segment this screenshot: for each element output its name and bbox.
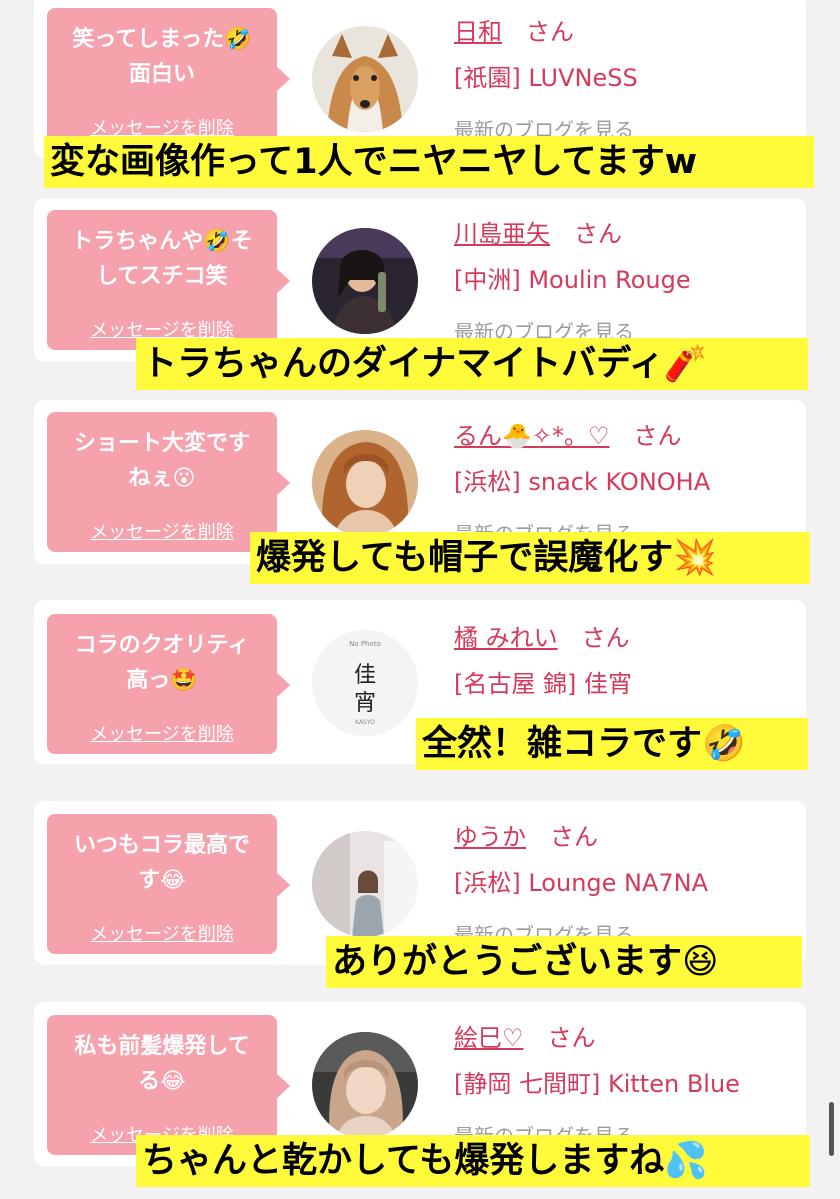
- sender-name[interactable]: るん🐣✧*。♡: [454, 422, 610, 450]
- sender-name-row: 絵巳♡ さん: [454, 1018, 596, 1053]
- caption-overlay: ありがとうございます😆: [326, 936, 802, 988]
- sender-name-row: 川島亜矢 さん: [454, 214, 622, 249]
- sender-name-row: 日和 さん: [454, 12, 574, 47]
- comment-bubble: 私も前髪爆発して る😂 メッセージを削除: [47, 1015, 290, 1155]
- caption-overlay: ちゃんと乾かしても爆発しますね💦: [136, 1135, 810, 1187]
- comment-bubble: 笑ってしまった🤣 面白い メッセージを削除: [47, 8, 290, 148]
- honorific: さん: [550, 823, 598, 851]
- sender-name-row: 橘 みれい さん: [454, 618, 630, 653]
- sender-name[interactable]: 橘 みれい: [454, 624, 558, 652]
- scrollbar[interactable]: [829, 1102, 834, 1156]
- svg-text:佳: 佳: [354, 663, 376, 688]
- comment-text: 笑ってしまった🤣 面白い: [72, 27, 252, 87]
- shop-info: [浜松] snack KONOHA: [454, 468, 711, 496]
- honorific: さん: [574, 220, 622, 248]
- comment-text: ショート大変です ねぇ😮: [73, 431, 250, 491]
- sender-name[interactable]: 日和: [454, 18, 502, 46]
- caption-overlay: 爆発しても帽子で誤魔化す💥: [250, 532, 810, 584]
- svg-text:No Photo: No Photo: [349, 640, 381, 648]
- comment-text: 私も前髪爆発して る😂: [74, 1034, 250, 1094]
- caption-overlay: 変な画像作って1人でニヤニヤしてますw: [44, 136, 814, 188]
- comment-text: いつもコラ最高で す😂: [73, 833, 250, 893]
- honorific: さん: [633, 422, 682, 450]
- comment-bubble: ショート大変です ねぇ😮 メッセージを削除: [47, 412, 290, 552]
- sender-name[interactable]: ゆうか: [454, 823, 526, 851]
- delete-message-link[interactable]: メッセージを削除: [47, 720, 277, 746]
- sender-name[interactable]: 川島亜矢: [454, 220, 550, 248]
- shop-info: [名古屋 錦] 佳宵: [454, 670, 632, 698]
- honorific: さん: [547, 1024, 596, 1052]
- delete-message-link[interactable]: メッセージを削除: [47, 920, 277, 946]
- avatar[interactable]: [312, 26, 418, 132]
- message-card: 笑ってしまった🤣 面白い メッセージを削除 日和 さん [祇園] LUVNeSS …: [34, 0, 806, 158]
- svg-text:KASYO: KASYO: [355, 719, 375, 726]
- sender-name-row: るん🐣✧*。♡ さん: [454, 416, 682, 451]
- comment-bubble: いつもコラ最高で す😂 メッセージを削除: [47, 814, 290, 954]
- avatar[interactable]: [312, 430, 418, 536]
- sender-name-row: ゆうか さん: [454, 817, 598, 852]
- sender-name[interactable]: 絵巳♡: [454, 1024, 524, 1052]
- comment-bubble: トラちゃんや🤣そ してスチコ笑 メッセージを削除: [47, 210, 290, 350]
- shop-info: [静岡 七間町] Kitten Blue: [454, 1070, 740, 1098]
- avatar-no-photo[interactable]: No Photo 佳 宵 KASYO: [312, 630, 418, 736]
- avatar[interactable]: [312, 831, 418, 937]
- no-photo-logo-icon: No Photo 佳 宵 KASYO: [312, 630, 418, 736]
- honorific: さん: [581, 624, 630, 652]
- shop-info: [祇園] LUVNeSS: [454, 64, 638, 92]
- caption-overlay: トラちゃんのダイナマイトバディ🧨: [136, 338, 808, 390]
- caption-overlay: 全然！雑コラです🤣: [416, 718, 808, 770]
- comment-bubble: コラのクオリティ 高っ🤩 メッセージを削除: [47, 614, 290, 754]
- comment-text: コラのクオリティ 高っ🤩: [74, 633, 250, 693]
- honorific: さん: [526, 18, 574, 46]
- delete-message-link[interactable]: メッセージを削除: [47, 518, 277, 544]
- avatar[interactable]: [312, 228, 418, 334]
- shop-info: [浜松] Lounge NA7NA: [454, 869, 709, 897]
- comment-text: トラちゃんや🤣そ してスチコ笑: [71, 229, 253, 289]
- avatar[interactable]: [312, 1032, 418, 1138]
- svg-text:宵: 宵: [354, 691, 376, 716]
- shop-info: [中洲] Moulin Rouge: [454, 266, 691, 294]
